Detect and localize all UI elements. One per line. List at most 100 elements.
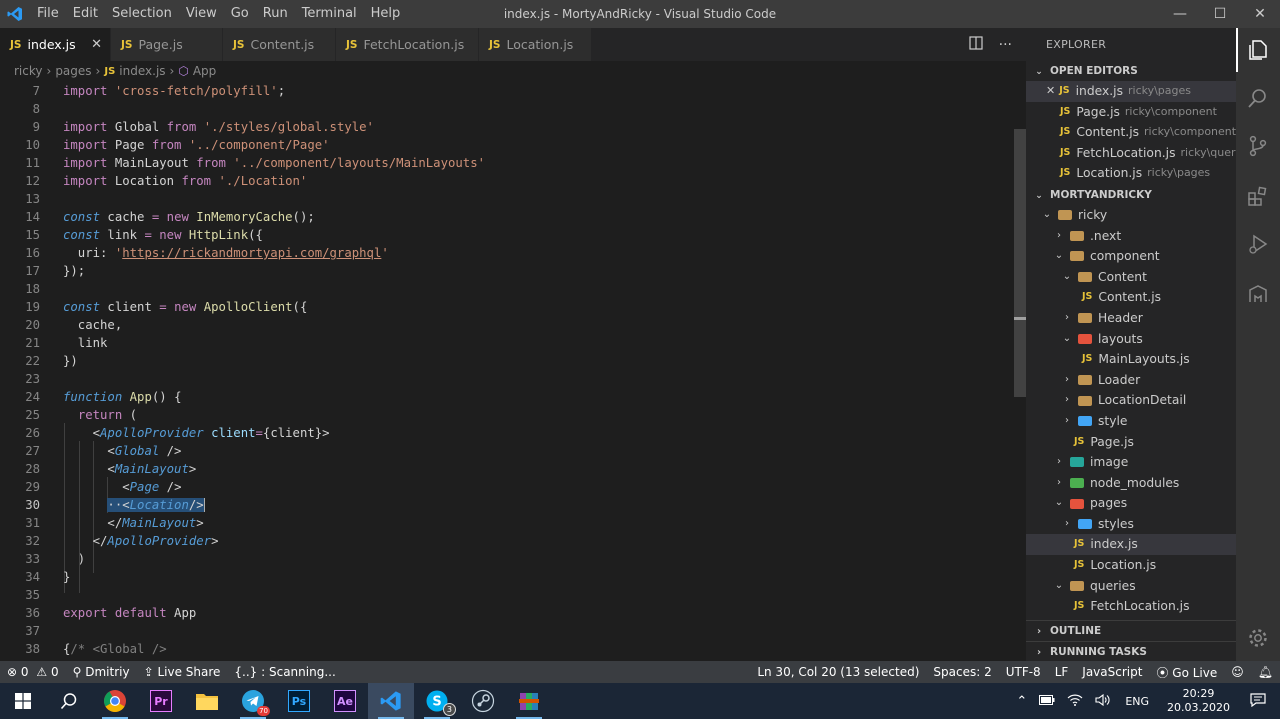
- open-editor-page-js[interactable]: JS Page.js ricky\component: [1026, 102, 1236, 123]
- clock[interactable]: 20:29 20.03.2020: [1157, 687, 1240, 715]
- tab-content-js[interactable]: JS Content.js: [223, 28, 336, 61]
- project-header[interactable]: ⌄ MORTYANDRICKY: [1026, 185, 1236, 205]
- run-debug-icon[interactable]: [1236, 222, 1280, 266]
- file-explorer-icon[interactable]: [184, 683, 230, 719]
- notifications-bell-icon[interactable]: 🔔︎: [1251, 665, 1280, 679]
- extensions-icon[interactable]: [1236, 174, 1280, 218]
- open-editor-index-js[interactable]: ✕ JS index.js ricky\pages: [1026, 81, 1236, 102]
- menu-view[interactable]: View: [179, 0, 224, 28]
- tree-folder-loader[interactable]: › Loader: [1026, 370, 1236, 391]
- open-editors-header[interactable]: ⌄ OPEN EDITORS: [1026, 61, 1236, 81]
- scanning-status[interactable]: {..} : Scanning...: [227, 665, 342, 679]
- steam-icon[interactable]: [460, 683, 506, 719]
- tree-folder-layouts[interactable]: ⌄ layouts: [1026, 329, 1236, 350]
- open-editor-location-js[interactable]: JS Location.js ricky\pages: [1026, 163, 1236, 184]
- code-editor[interactable]: 7 import 'cross-fetch/polyfill'; 8 9 impor…: [0, 81, 1014, 661]
- tree-folder-style[interactable]: › style: [1026, 411, 1236, 432]
- menu-terminal[interactable]: Terminal: [295, 0, 364, 28]
- tab-fetchlocation-js[interactable]: JS FetchLocation.js: [336, 28, 479, 61]
- search-icon[interactable]: [1236, 76, 1280, 120]
- problems-status[interactable]: ⊗ 0 ⚠ 0: [0, 665, 66, 679]
- eol-status[interactable]: LF: [1048, 665, 1076, 679]
- winrar-icon[interactable]: [506, 683, 552, 719]
- split-editor-icon[interactable]: [969, 35, 983, 54]
- menu-run[interactable]: Run: [256, 0, 295, 28]
- tab-page-js[interactable]: JS Page.js: [111, 28, 223, 61]
- breadcrumb-file[interactable]: index.js: [119, 64, 165, 78]
- close-tab-icon[interactable]: ✕: [91, 37, 102, 52]
- go-live-button[interactable]: ⦿ Go Live: [1149, 664, 1224, 681]
- close-window-button[interactable]: ✕: [1240, 0, 1280, 28]
- tree-file-index-js[interactable]: JS index.js: [1026, 534, 1236, 556]
- encoding-status[interactable]: UTF-8: [999, 665, 1048, 679]
- tree-folder-pages[interactable]: ⌄ pages: [1026, 493, 1236, 514]
- tab-index-js[interactable]: JS index.js ✕: [0, 28, 111, 61]
- menu-selection[interactable]: Selection: [105, 0, 179, 28]
- tree-folder-next[interactable]: › .next: [1026, 226, 1236, 247]
- outline-header[interactable]: › OUTLINE: [1026, 620, 1236, 640]
- tree-folder-node-modules[interactable]: › node_modules: [1026, 473, 1236, 494]
- windows-start-icon[interactable]: [0, 683, 46, 719]
- tree-folder-ricky[interactable]: ⌄ ricky: [1026, 205, 1236, 226]
- action-center-icon[interactable]: [1240, 692, 1280, 710]
- code-line: 37: [25, 624, 40, 638]
- tree-folder-image[interactable]: › image: [1026, 452, 1236, 473]
- account-status[interactable]: ⚲ Dmitriy: [66, 665, 137, 679]
- tree-folder-locationdetail[interactable]: › LocationDetail: [1026, 390, 1236, 411]
- feedback-icon[interactable]: ☺: [1224, 665, 1251, 679]
- after-effects-icon[interactable]: Ae: [322, 683, 368, 719]
- tree-folder-content[interactable]: ⌄ Content: [1026, 267, 1236, 288]
- show-hidden-icons-icon[interactable]: ⌃: [1010, 694, 1033, 709]
- editor-scrollbar[interactable]: [1014, 81, 1026, 661]
- settings-gear-icon[interactable]: [1236, 616, 1280, 660]
- language-mode[interactable]: JavaScript: [1075, 665, 1149, 679]
- minimize-button[interactable]: —: [1160, 0, 1200, 28]
- tree-folder-queries[interactable]: ⌄ queries: [1026, 576, 1236, 597]
- more-actions-icon[interactable]: ···: [999, 37, 1012, 53]
- running-tasks-header[interactable]: › RUNNING TASKS: [1026, 641, 1236, 661]
- telegram-icon[interactable]: 70: [230, 683, 276, 719]
- breadcrumb-symbol[interactable]: App: [193, 64, 216, 78]
- folder-icon: [1078, 395, 1092, 406]
- photoshop-icon[interactable]: Ps: [276, 683, 322, 719]
- code-line: 14 const cache = new InMemoryCache();: [25, 210, 315, 224]
- open-editor-content-js[interactable]: JS Content.jsricky\component\...: [1026, 122, 1236, 143]
- menu-file[interactable]: File: [30, 0, 66, 28]
- tree-folder-styles[interactable]: › styles: [1026, 514, 1236, 535]
- breadcrumb-pages[interactable]: pages: [55, 64, 91, 78]
- chrome-icon[interactable]: [92, 683, 138, 719]
- menu-help[interactable]: Help: [364, 0, 408, 28]
- input-language[interactable]: ENG: [1117, 695, 1157, 708]
- premiere-pro-icon[interactable]: Pr: [138, 683, 184, 719]
- indentation-status[interactable]: Spaces: 2: [926, 665, 998, 679]
- explorer-files-icon[interactable]: [1236, 28, 1280, 72]
- remote-explorer-icon[interactable]: [1236, 272, 1280, 316]
- source-control-icon[interactable]: [1236, 124, 1280, 168]
- scrollbar-thumb[interactable]: [1014, 129, 1026, 397]
- tree-file-location-js[interactable]: JS Location.js: [1026, 555, 1236, 576]
- activity-bar: [1236, 28, 1280, 661]
- tree-folder-header[interactable]: › Header: [1026, 308, 1236, 329]
- skype-icon[interactable]: S 3: [414, 683, 460, 719]
- tree-file-content-js[interactable]: JS Content.js: [1026, 287, 1236, 308]
- wifi-icon[interactable]: [1061, 694, 1089, 709]
- tree-file-page-js[interactable]: JS Page.js: [1026, 432, 1236, 453]
- tab-label: Page.js: [138, 37, 183, 52]
- code-line: 27 <Global />: [25, 444, 182, 458]
- maximize-button[interactable]: ☐: [1200, 0, 1240, 28]
- battery-icon[interactable]: [1033, 694, 1061, 708]
- tree-file-fetchlocation-js[interactable]: JS FetchLocation.js: [1026, 596, 1236, 617]
- live-share-status[interactable]: ⇪ Live Share: [137, 665, 228, 679]
- taskbar-search-icon[interactable]: [46, 683, 92, 719]
- tab-location-js[interactable]: JS Location.js: [479, 28, 592, 61]
- open-editor-fetchlocation-js[interactable]: JS FetchLocation.jsricky\queries: [1026, 143, 1236, 164]
- menu-edit[interactable]: Edit: [66, 0, 105, 28]
- menu-go[interactable]: Go: [224, 0, 256, 28]
- breadcrumb-ricky[interactable]: ricky: [14, 64, 43, 78]
- close-icon[interactable]: ✕: [1046, 81, 1055, 102]
- cursor-position[interactable]: Ln 30, Col 20 (13 selected): [750, 665, 926, 679]
- vscode-taskbar-icon[interactable]: [368, 683, 414, 719]
- tree-folder-component[interactable]: ⌄ component: [1026, 246, 1236, 267]
- tree-file-mainlayouts-js[interactable]: JS MainLayouts.js: [1026, 349, 1236, 370]
- volume-icon[interactable]: [1089, 693, 1117, 709]
